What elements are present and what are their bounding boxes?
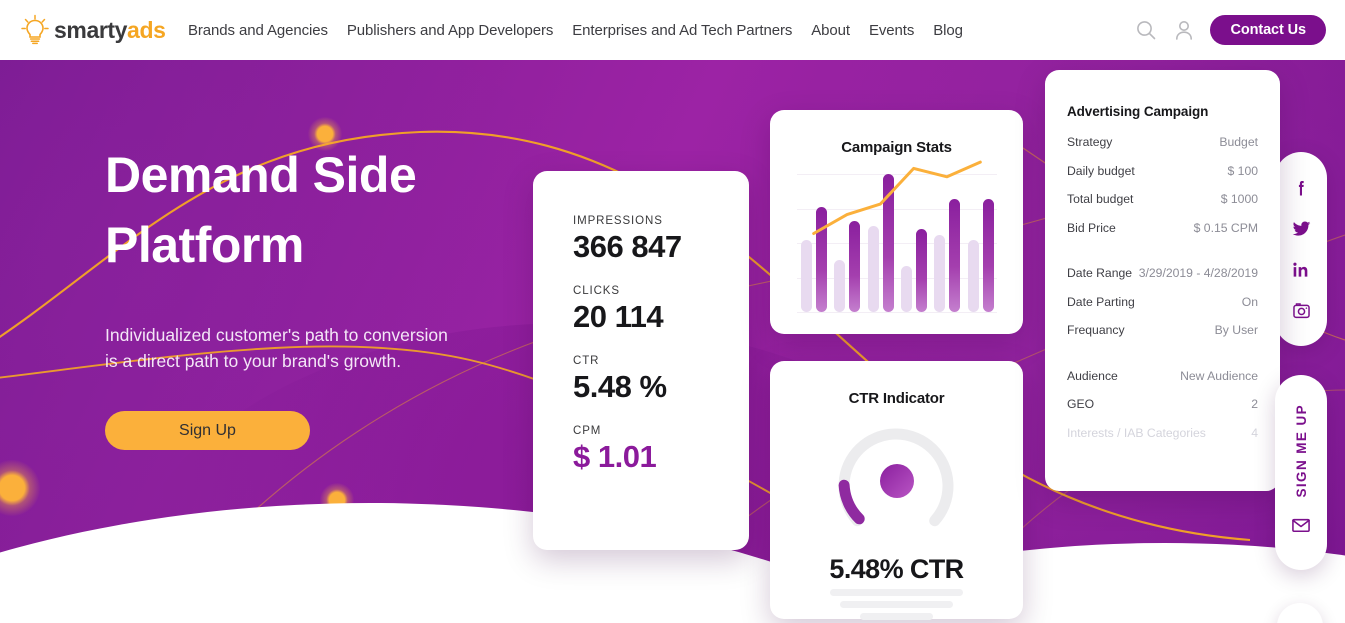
search-icon[interactable] bbox=[1134, 18, 1158, 42]
sign-me-up-label: SIGN ME UP bbox=[1293, 404, 1309, 498]
placeholder-line bbox=[860, 613, 933, 620]
nav-item-about[interactable]: About bbox=[811, 22, 850, 39]
contact-us-button[interactable]: Contact Us bbox=[1210, 15, 1326, 45]
row-value: $ 1000 bbox=[1220, 192, 1258, 206]
ctr-indicator-title: CTR Indicator bbox=[848, 390, 945, 407]
envelope-icon[interactable] bbox=[1290, 514, 1312, 541]
placeholder-line bbox=[840, 601, 953, 608]
sign-me-up-rail[interactable]: SIGN ME UP bbox=[1275, 375, 1327, 570]
hero-subtitle: Individualized customer's path to conver… bbox=[105, 322, 535, 374]
metric-label: CLICKS bbox=[573, 285, 620, 297]
campaign-stats-card: Campaign Stats bbox=[770, 110, 1023, 334]
logo-text-primary: smarty bbox=[54, 16, 128, 43]
ctr-value-label: 5.48% CTR bbox=[829, 554, 964, 584]
metric-cpm: CPM $ 1.01 bbox=[573, 425, 749, 475]
row-value: By User bbox=[1214, 323, 1258, 337]
row-value: On bbox=[1241, 294, 1258, 309]
row-key: Daily budget bbox=[1067, 163, 1135, 178]
metric-value: 20 114 bbox=[573, 299, 664, 334]
site-logo[interactable]: smartyads bbox=[18, 13, 168, 47]
main-navigation: Brands and Agencies Publishers and App D… bbox=[188, 22, 963, 39]
chart-bar bbox=[834, 259, 846, 312]
placeholder-line bbox=[830, 589, 963, 596]
advertising-campaign-panel: Advertising Campaign Strategy Budget Dai… bbox=[1045, 70, 1280, 491]
lightbulb-icon bbox=[18, 13, 52, 47]
page-root: smartyads Brands and Agencies Publishers… bbox=[0, 0, 1345, 623]
nav-item-brands-and-agencies[interactable]: Brands and Agencies bbox=[188, 22, 328, 39]
ctr-indicator-card: CTR Indicator 5.48% CTR bbox=[770, 361, 1023, 620]
campaign-stats-title: Campaign Stats bbox=[841, 139, 952, 156]
campaign-row-interests-iab-categories: Interests / IAB Categories 4 bbox=[1067, 426, 1258, 440]
campaign-row-audience: Audience New Audience bbox=[1067, 369, 1258, 383]
advertising-campaign-title: Advertising Campaign bbox=[1067, 104, 1209, 119]
row-key: Date Range bbox=[1067, 266, 1133, 280]
nav-item-events[interactable]: Events bbox=[869, 22, 914, 39]
row-value: 3/29/2019 - 4/28/2019 bbox=[1138, 266, 1258, 280]
row-key: Audience bbox=[1067, 368, 1118, 383]
hero-subtitle-line-2: is a direct path to your brand's growth. bbox=[105, 351, 402, 371]
site-header: smartyads Brands and Agencies Publishers… bbox=[0, 0, 1345, 60]
sign-up-button[interactable]: Sign Up bbox=[105, 411, 310, 450]
metric-label: CPM bbox=[573, 425, 602, 437]
campaign-row-total-budget: Total budget $ 1000 bbox=[1067, 192, 1258, 206]
metrics-card: IMPRESSIONS 366 847 CLICKS 20 114 CTR 5.… bbox=[533, 171, 749, 550]
row-key: Bid Price bbox=[1067, 220, 1116, 235]
metric-value: $ 1.01 bbox=[573, 439, 657, 474]
row-value: 2 bbox=[1251, 397, 1258, 411]
campaign-panel-divider bbox=[1067, 249, 1258, 266]
hero-content: Demand Side Platform Individualized cust… bbox=[105, 140, 535, 450]
nav-item-publishers-and-app-developers[interactable]: Publishers and App Developers bbox=[347, 22, 554, 39]
instagram-icon[interactable] bbox=[1290, 300, 1312, 322]
metric-value: 366 847 bbox=[573, 229, 682, 264]
row-value: $ 100 bbox=[1227, 163, 1259, 178]
campaign-panel-divider bbox=[1067, 352, 1258, 369]
logo-text-accent: ads bbox=[127, 16, 166, 43]
campaign-row-date-parting: Date Parting On bbox=[1067, 295, 1258, 309]
page-title: Demand Side Platform bbox=[105, 140, 535, 280]
twitter-icon[interactable] bbox=[1290, 218, 1312, 240]
campaign-row-geo: GEO 2 bbox=[1067, 397, 1258, 411]
row-key: GEO bbox=[1067, 397, 1095, 411]
row-key: Date Parting bbox=[1067, 294, 1135, 309]
chart-bar bbox=[901, 266, 912, 312]
metric-clicks: CLICKS 20 114 bbox=[573, 285, 749, 335]
row-key: Strategy bbox=[1067, 135, 1113, 149]
row-key: Total budget bbox=[1067, 192, 1134, 206]
nav-item-enterprises-and-ad-tech-partners[interactable]: Enterprises and Ad Tech Partners bbox=[572, 22, 792, 39]
gauge-center-dot bbox=[880, 464, 914, 498]
header-actions: Contact Us bbox=[1134, 15, 1326, 45]
metric-ctr: CTR 5.48 % bbox=[573, 355, 749, 405]
row-key: Frequancy bbox=[1067, 323, 1125, 337]
metric-value: 5.48 % bbox=[573, 369, 667, 404]
chart-trend-path bbox=[812, 160, 982, 235]
row-value: Budget bbox=[1219, 135, 1258, 149]
chart-gridline bbox=[797, 312, 997, 313]
campaign-row-daily-budget: Daily budget $ 100 bbox=[1067, 164, 1258, 178]
row-value: 4 bbox=[1251, 425, 1258, 440]
row-value: New Audience bbox=[1180, 368, 1258, 383]
campaign-row-date-range: Date Range 3/29/2019 - 4/28/2019 bbox=[1067, 266, 1258, 280]
nav-item-blog[interactable]: Blog bbox=[933, 22, 963, 39]
row-value: $ 0.15 CPM bbox=[1193, 220, 1258, 235]
hero-title-line-1: Demand Side bbox=[105, 147, 417, 203]
metric-impressions: IMPRESSIONS 366 847 bbox=[573, 215, 749, 265]
social-links-rail bbox=[1275, 152, 1327, 346]
campaign-row-strategy: Strategy Budget bbox=[1067, 135, 1258, 149]
campaign-row-bid-price: Bid Price $ 0.15 CPM bbox=[1067, 221, 1258, 235]
linkedin-icon[interactable] bbox=[1290, 259, 1312, 281]
row-key: Interests / IAB Categories bbox=[1067, 425, 1206, 440]
campaign-row-frequency: Frequancy By User bbox=[1067, 323, 1258, 337]
hero-subtitle-line-1: Individualized customer's path to conver… bbox=[105, 325, 448, 345]
user-icon[interactable] bbox=[1172, 18, 1196, 42]
metric-label: IMPRESSIONS bbox=[573, 215, 663, 227]
trend-line bbox=[812, 160, 982, 235]
hero-title-line-2: Platform bbox=[105, 217, 304, 273]
facebook-icon[interactable] bbox=[1290, 177, 1312, 199]
metric-label: CTR bbox=[573, 355, 600, 367]
